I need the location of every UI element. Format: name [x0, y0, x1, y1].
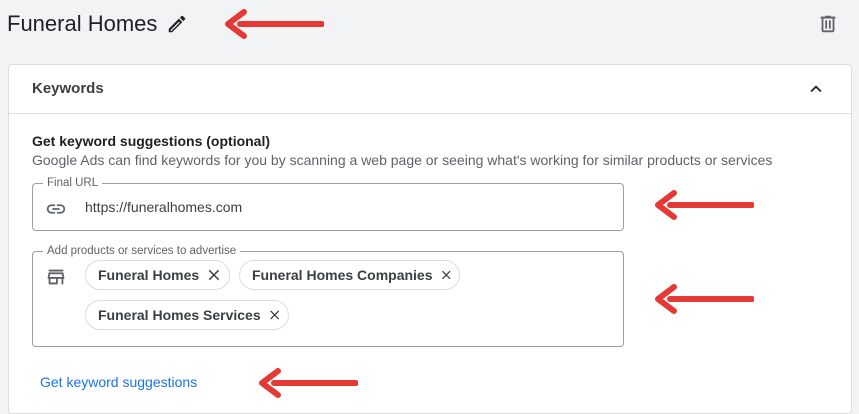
- annotation-arrow-icon: [225, 9, 324, 39]
- final-url-label: Final URL: [43, 176, 103, 190]
- close-icon[interactable]: [439, 266, 454, 284]
- close-icon[interactable]: [205, 266, 223, 284]
- close-icon[interactable]: [267, 306, 282, 324]
- section-title: Get keyword suggestions (optional): [32, 133, 271, 149]
- products-services-label: Add products or services to advertise: [43, 244, 241, 258]
- storefront-icon: [47, 269, 65, 285]
- chip-label: Funeral Homes: [98, 267, 200, 283]
- final-url-field[interactable]: Final URL https://funeralhomes.com: [32, 176, 624, 231]
- product-chip[interactable]: Funeral Homes Companies: [239, 260, 460, 290]
- chip-label: Funeral Homes Companies: [252, 267, 433, 283]
- final-url-input[interactable]: https://funeralhomes.com: [85, 199, 242, 215]
- keywords-card: Keywords Get keyword suggestions (option…: [8, 64, 852, 414]
- product-chip[interactable]: Funeral Homes: [85, 260, 230, 290]
- annotation-arrow-icon: [259, 368, 358, 398]
- products-services-field[interactable]: Add products or services to advertise Fu…: [32, 244, 624, 347]
- ad-group-header: Funeral Homes: [0, 0, 859, 62]
- section-description: Google Ads can find keywords for you by …: [32, 152, 773, 168]
- get-keyword-suggestions-link[interactable]: Get keyword suggestions: [40, 374, 197, 390]
- keywords-card-header[interactable]: Keywords: [9, 65, 851, 114]
- annotation-arrow-icon: [655, 190, 754, 220]
- card-title: Keywords: [32, 80, 104, 97]
- chevron-up-icon[interactable]: [805, 78, 827, 100]
- pencil-icon[interactable]: [166, 13, 188, 35]
- link-icon: [46, 204, 66, 214]
- trash-icon[interactable]: [817, 13, 839, 35]
- annotation-arrow-icon: [655, 284, 754, 314]
- product-chip[interactable]: Funeral Homes Services: [85, 300, 289, 330]
- chip-label: Funeral Homes Services: [98, 307, 261, 323]
- ad-group-name: Funeral Homes: [7, 11, 158, 36]
